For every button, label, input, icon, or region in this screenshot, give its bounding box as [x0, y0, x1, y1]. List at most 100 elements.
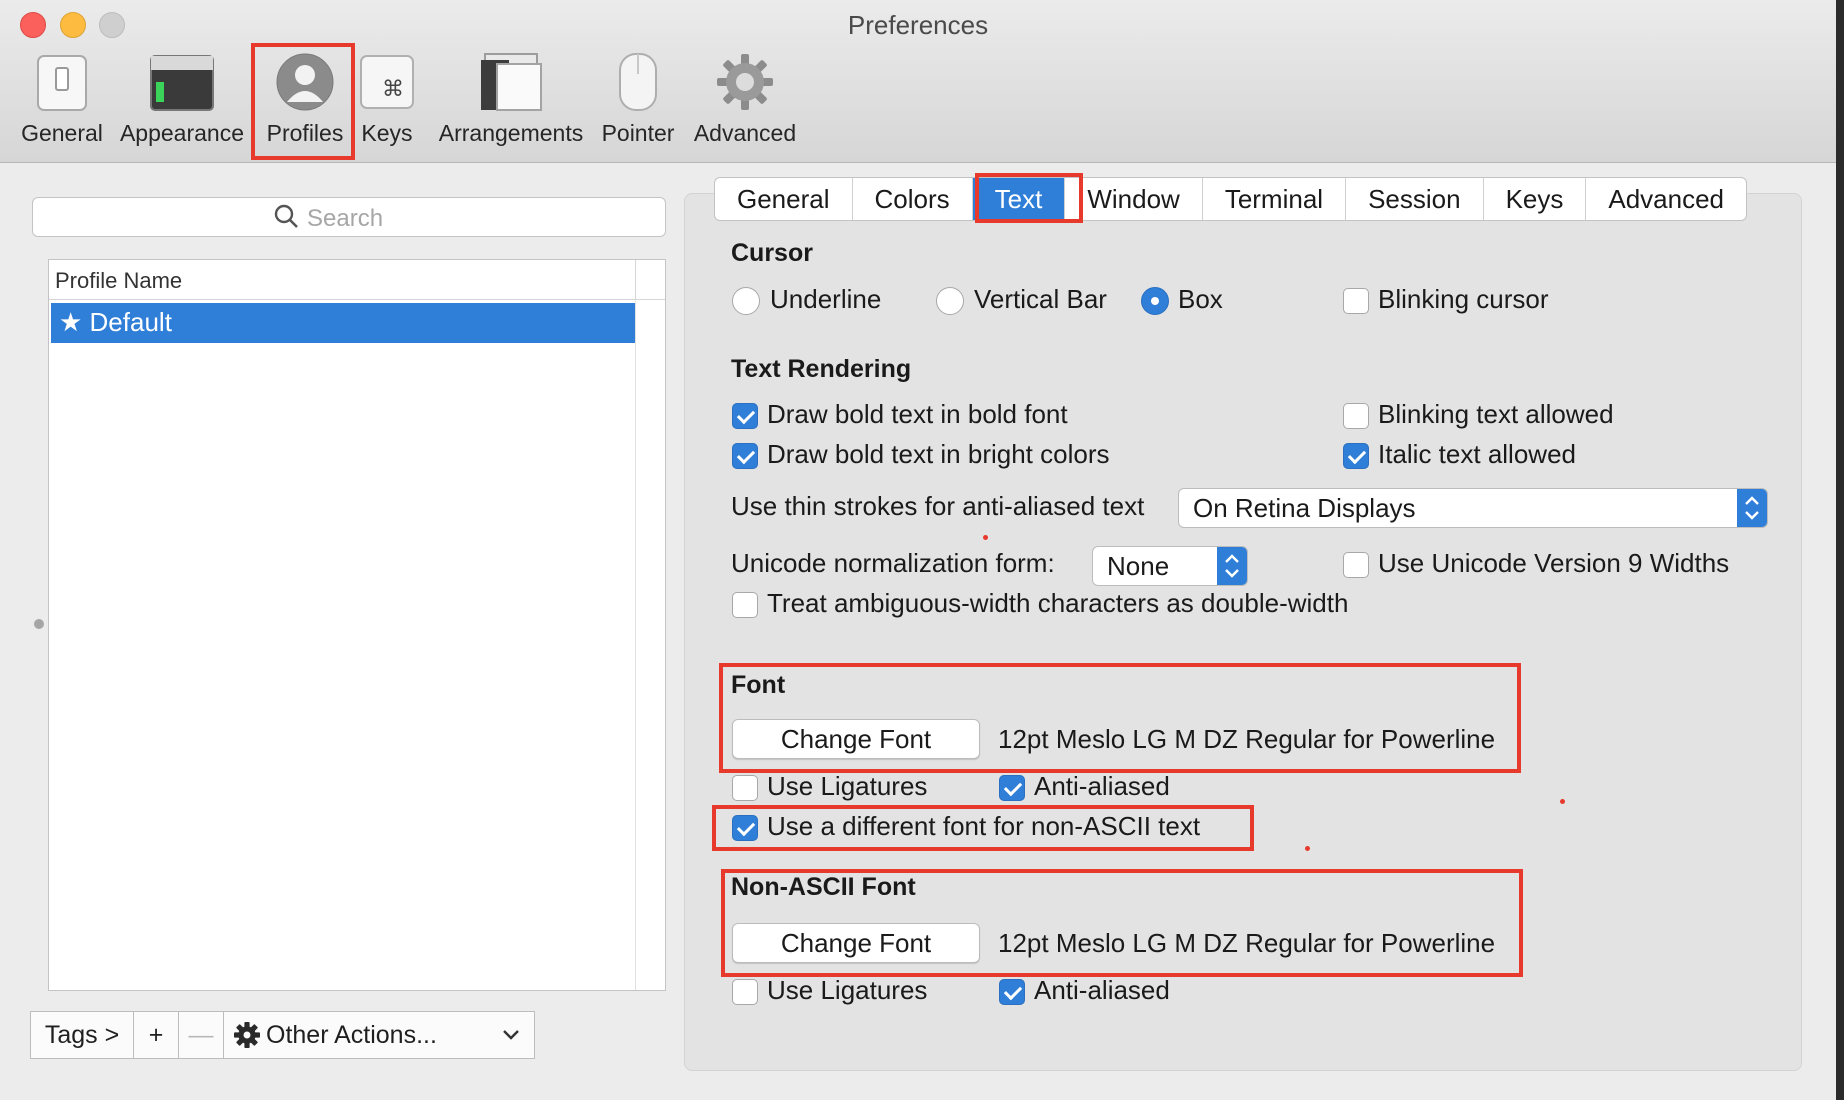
content-area: Search Profile Name ★ Default Tags > + —…	[0, 163, 1836, 1100]
change-font-button[interactable]: Change Font	[732, 719, 980, 759]
tab-advanced[interactable]: Advanced	[1586, 178, 1746, 220]
thin-strokes-label: Use thin strokes for anti-aliased text	[731, 491, 1145, 521]
toolbar-profiles-label: Profiles	[266, 120, 344, 146]
annotation-dot	[1305, 846, 1310, 851]
unicode-normalization-label: Unicode normalization form:	[731, 548, 1055, 578]
annotation-dot	[983, 535, 988, 540]
cursor-vertical-bar-label: Vertical Bar	[974, 284, 1107, 314]
profile-tabs: General Colors Text Window Terminal Sess…	[714, 177, 1748, 221]
non-ascii-font-value: 12pt Meslo LG M DZ Regular for Powerline	[998, 928, 1496, 958]
non-ascii-ligatures-checkbox[interactable]	[732, 979, 758, 1005]
toolbar-profiles[interactable]: Profiles	[256, 52, 354, 152]
cursor-box-label: Box	[1178, 284, 1223, 314]
toolbar-keys-label: Keys	[361, 120, 413, 146]
chevron-down-icon	[502, 1029, 520, 1041]
cursor-heading: Cursor	[731, 239, 813, 267]
blinking-cursor-checkbox[interactable]	[1343, 288, 1369, 314]
mouse-pointer-icon	[608, 52, 668, 112]
search-placeholder-text: Search	[307, 204, 384, 232]
bold-font-label: Draw bold text in bold font	[767, 399, 1068, 429]
tab-terminal[interactable]: Terminal	[1203, 178, 1347, 220]
blinking-text-checkbox[interactable]	[1343, 403, 1369, 429]
unicode-v9-checkbox[interactable]	[1343, 552, 1369, 578]
tab-session[interactable]: Session	[1346, 178, 1484, 220]
change-non-ascii-font-button[interactable]: Change Font	[732, 923, 980, 963]
toolbar-advanced-label: Advanced	[693, 120, 797, 146]
font-anti-aliased-checkbox[interactable]	[999, 775, 1025, 801]
arrangements-windows-icon	[479, 52, 543, 112]
toolbar: Preferences General Appearance Profiles …	[0, 0, 1836, 163]
preferences-window: Preferences General Appearance Profiles …	[0, 0, 1844, 1100]
profile-actions-bar: Tags > + — Other Actions...	[30, 1011, 535, 1061]
font-ligatures-checkbox[interactable]	[732, 775, 758, 801]
profile-list[interactable]: Profile Name ★ Default	[48, 259, 666, 991]
toolbar-general-label: General	[21, 120, 103, 146]
list-scroll-column	[635, 300, 666, 990]
different-non-ascii-font-label: Use a different font for non-ASCII text	[767, 811, 1201, 841]
text-rendering-heading: Text Rendering	[731, 355, 912, 383]
bold-bright-checkbox[interactable]	[732, 443, 758, 469]
toolbar-pointer-label: Pointer	[601, 120, 675, 146]
tab-text[interactable]: Text	[972, 178, 1066, 220]
tab-colors[interactable]: Colors	[853, 178, 973, 220]
split-view-handle[interactable]	[34, 619, 44, 629]
bold-bright-label: Draw bold text in bright colors	[767, 439, 1110, 469]
non-ascii-font-heading: Non-ASCII Font	[731, 873, 916, 901]
toolbar-keys[interactable]: ⌘ Keys	[356, 52, 418, 152]
toolbar-arrangements[interactable]: Arrangements	[434, 52, 588, 152]
search-icon	[273, 203, 299, 236]
italic-text-checkbox[interactable]	[1343, 443, 1369, 469]
other-actions-label: Other Actions...	[266, 1020, 437, 1049]
blinking-cursor-label: Blinking cursor	[1378, 284, 1549, 314]
profile-row-default[interactable]: ★ Default	[51, 303, 635, 343]
annotation-dot	[1560, 799, 1565, 804]
profile-name-column-header[interactable]: Profile Name	[49, 260, 635, 300]
gear-icon	[234, 1022, 260, 1048]
toolbar-arrangements-label: Arrangements	[438, 120, 584, 146]
thin-strokes-popup[interactable]: On Retina Displays	[1178, 488, 1768, 528]
general-switch-icon	[32, 52, 92, 112]
toolbar-appearance-label: Appearance	[119, 120, 245, 146]
unicode-normalization-popup[interactable]: None	[1092, 546, 1248, 586]
window-edge	[1836, 0, 1844, 1100]
non-ascii-anti-aliased-checkbox[interactable]	[999, 979, 1025, 1005]
toolbar-advanced[interactable]: Advanced	[690, 52, 800, 152]
other-actions-menu[interactable]: Other Actions...	[223, 1011, 535, 1059]
non-ascii-anti-aliased-label: Anti-aliased	[1034, 975, 1170, 1005]
bold-font-checkbox[interactable]	[732, 403, 758, 429]
gear-icon	[715, 52, 775, 112]
cursor-vertical-bar-radio[interactable]	[936, 287, 964, 315]
tags-button[interactable]: Tags >	[30, 1011, 134, 1059]
search-placeholder: Search	[273, 203, 383, 236]
cursor-underline-radio[interactable]	[732, 287, 760, 315]
updown-arrows-icon	[1217, 547, 1247, 585]
unicode-v9-label: Use Unicode Version 9 Widths	[1378, 548, 1730, 578]
svg-text:⌘: ⌘	[382, 77, 404, 102]
profile-search-field[interactable]: Search	[32, 197, 666, 237]
updown-arrows-icon	[1737, 489, 1767, 527]
blinking-text-label: Blinking text allowed	[1378, 399, 1614, 429]
font-anti-aliased-label: Anti-aliased	[1034, 771, 1170, 801]
tab-keys[interactable]: Keys	[1484, 178, 1587, 220]
window-title: Preferences	[847, 10, 989, 40]
unicode-normalization-value: None	[1107, 551, 1170, 581]
font-ligatures-label: Use Ligatures	[767, 771, 928, 801]
thin-strokes-value: On Retina Displays	[1193, 493, 1416, 523]
cursor-box-radio[interactable]	[1141, 287, 1169, 315]
toolbar-appearance[interactable]: Appearance	[116, 52, 248, 152]
add-profile-button[interactable]: +	[133, 1011, 179, 1059]
tab-window[interactable]: Window	[1065, 178, 1203, 220]
toolbar-general[interactable]: General	[18, 52, 106, 152]
cursor-underline-label: Underline	[770, 284, 882, 314]
italic-text-label: Italic text allowed	[1378, 439, 1576, 469]
toolbar-pointer[interactable]: Pointer	[596, 52, 680, 152]
profiles-user-icon	[275, 52, 335, 112]
column-header-extra	[635, 260, 665, 300]
ambiguous-width-checkbox[interactable]	[732, 592, 758, 618]
ambiguous-width-label: Treat ambiguous-width characters as doub…	[767, 588, 1349, 618]
appearance-window-icon	[147, 52, 217, 112]
non-ascii-ligatures-label: Use Ligatures	[767, 975, 928, 1005]
different-non-ascii-font-checkbox[interactable]	[732, 815, 758, 841]
tab-general[interactable]: General	[715, 178, 853, 220]
remove-profile-button[interactable]: —	[178, 1011, 224, 1059]
